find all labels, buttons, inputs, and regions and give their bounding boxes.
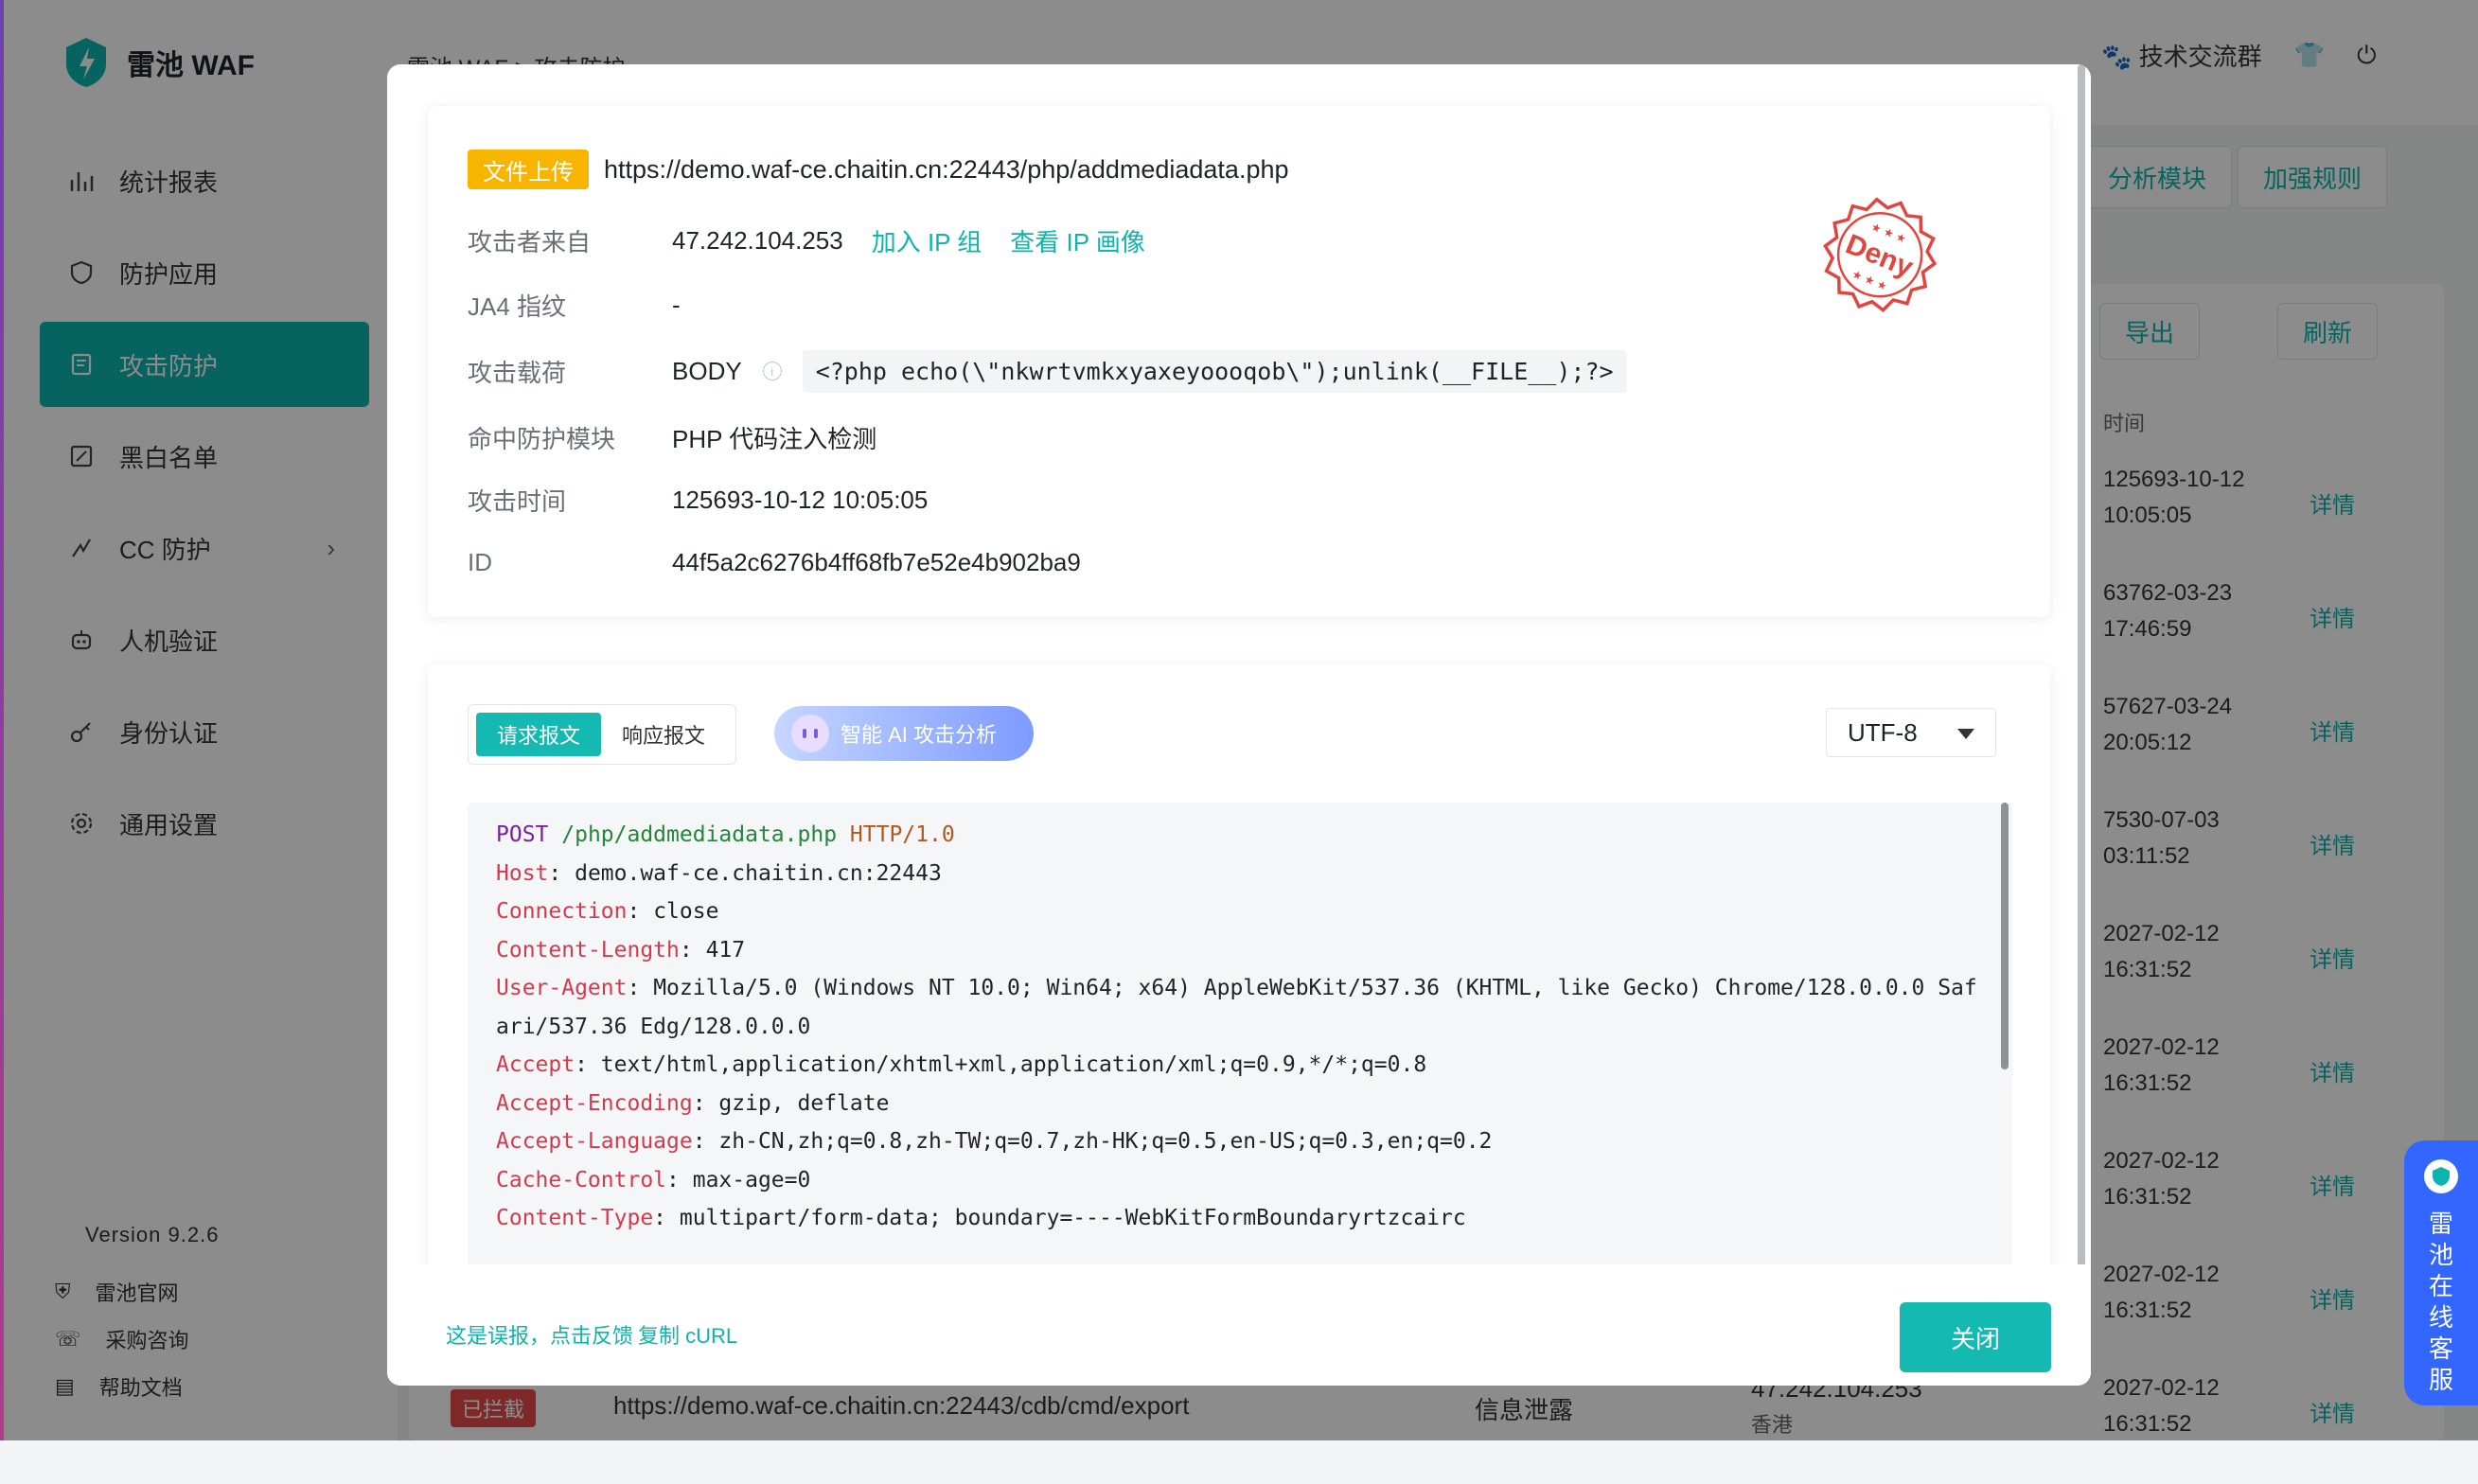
- header-name: Accept-Language: [496, 1129, 693, 1154]
- attack-type-tag: 文件上传: [468, 150, 589, 189]
- module-value: PHP 代码注入检测: [672, 424, 877, 453]
- header-line: Connection: close: [496, 899, 719, 924]
- attack-time-row: 攻击时间 125693-10-12 10:05:05: [468, 481, 928, 519]
- ja4-label: JA4 指纹: [468, 292, 567, 321]
- header-value: zh-CN,zh;q=0.8,zh-TW;q=0.7,zh-HK;q=0.5,e…: [718, 1129, 1493, 1154]
- ai-analysis-label: 智能 AI 攻击分析: [841, 723, 998, 747]
- header-value: close: [653, 899, 719, 924]
- header-line: Accept-Language: zh-CN,zh;q=0.8,zh-TW;q=…: [496, 1129, 1493, 1154]
- modal-body[interactable]: 文件上传 https://demo.waf-ce.chaitin.cn:2244…: [387, 64, 2091, 1264]
- attack-info-card: 文件上传 https://demo.waf-ce.chaitin.cn:2244…: [428, 106, 2050, 617]
- header-name: Content-Type: [496, 1206, 654, 1230]
- header-name: Accept: [496, 1052, 575, 1077]
- modal-scrollbar[interactable]: [2078, 64, 2085, 1264]
- message-tabs: 请求报文 响应报文: [468, 704, 736, 765]
- payload-location: BODY: [672, 356, 742, 385]
- id-value: 44f5a2c6276b4ff68fb7e52e4b902ba9: [672, 547, 1081, 576]
- payload-label: 攻击载荷: [468, 358, 567, 387]
- header-value: text/html,application/xhtml+xml,applicat…: [600, 1052, 1427, 1077]
- encoding-value: UTF-8: [1848, 717, 1918, 747]
- ja4-row: JA4 指纹 -: [468, 286, 681, 324]
- support-shield-icon: [2424, 1159, 2458, 1193]
- ja4-value: -: [672, 290, 681, 319]
- request-card: 请求报文 响应报文 智能 AI 攻击分析 UTF-8 POST /php/add…: [428, 664, 2050, 1264]
- header-value: max-age=0: [692, 1167, 811, 1192]
- modal-scrollbar-thumb[interactable]: [2078, 64, 2085, 1264]
- view-ip-profile-link[interactable]: 查看 IP 画像: [1010, 223, 1145, 258]
- module-row: 命中防护模块 PHP 代码注入检测: [468, 418, 876, 456]
- code-scrollbar-thumb[interactable]: [2001, 803, 2009, 1069]
- header-line: Content-Type: multipart/form-data; bound…: [496, 1206, 1466, 1230]
- modal-footer: 这是误报，点击反馈 复制 cURL 关闭: [387, 1264, 2091, 1386]
- ai-analysis-button[interactable]: 智能 AI 攻击分析: [774, 706, 1034, 761]
- request-raw[interactable]: POST /php/addmediadata.php HTTP/1.0 Host:…: [468, 803, 2012, 1264]
- header-line: Host: demo.waf-ce.chaitin.cn:22443: [496, 860, 942, 886]
- header-line: Cache-Control: max-age=0: [496, 1167, 811, 1192]
- add-ip-group-link[interactable]: 加入 IP 组: [872, 223, 982, 258]
- info-icon[interactable]: i: [762, 362, 782, 380]
- tab-response[interactable]: 响应报文: [601, 713, 726, 756]
- false-positive-feedback-link[interactable]: 这是误报，点击反馈: [446, 1319, 633, 1350]
- header-name: Cache-Control: [496, 1167, 667, 1192]
- attacker-row: 攻击者来自 47.242.104.253 加入 IP 组 查看 IP 画像: [468, 221, 1145, 259]
- id-label: ID: [468, 547, 492, 576]
- header-name: Accept-Encoding: [496, 1090, 693, 1116]
- online-support-widget[interactable]: 雷池在线客服: [2404, 1140, 2478, 1405]
- deny-stamp-icon: Deny ★ ★ ★ ★ ★ ★: [1823, 197, 1938, 313]
- close-button[interactable]: 关闭: [1900, 1302, 2051, 1372]
- header-name: User-Agent: [496, 976, 628, 1000]
- header-value: Mozilla/5.0 (Windows NT 10.0; Win64; x64…: [496, 976, 1977, 1039]
- attacker-label: 攻击者来自: [468, 227, 592, 256]
- payload-value: <?php echo(\"nkwrtvmkxyaxeyoooqob\");unl…: [802, 349, 1627, 393]
- header-line: Accept: text/html,application/xhtml+xml,…: [496, 1052, 1427, 1077]
- module-label: 命中防护模块: [468, 424, 616, 453]
- window-edge: [0, 0, 4, 1440]
- header-line: Accept-Encoding: gzip, deflate: [496, 1090, 890, 1116]
- header-line: User-Agent: Mozilla/5.0 (Windows NT 10.0…: [496, 976, 1977, 1039]
- attack-detail-modal: 文件上传 https://demo.waf-ce.chaitin.cn:2244…: [387, 64, 2091, 1386]
- header-value: multipart/form-data; boundary=----WebKit…: [679, 1206, 1466, 1230]
- attack-time-value: 125693-10-12 10:05:05: [672, 485, 929, 514]
- chevron-down-icon: [1957, 729, 1974, 739]
- id-row: ID 44f5a2c6276b4ff68fb7e52e4b902ba9: [468, 543, 1081, 581]
- attacker-ip: 47.242.104.253: [672, 225, 843, 255]
- tab-request[interactable]: 请求报文: [476, 713, 602, 756]
- request-headers: Host: demo.waf-ce.chaitin.cn:22443 Connec…: [496, 855, 1984, 1238]
- header-value: demo.waf-ce.chaitin.cn:22443: [575, 860, 942, 886]
- header-name: Content-Length: [496, 937, 680, 963]
- header-value: 417: [705, 937, 746, 963]
- copy-curl-link[interactable]: 复制 cURL: [638, 1319, 737, 1350]
- header-name: Host: [496, 860, 549, 886]
- header-name: Connection: [496, 899, 628, 924]
- request-line: POST /php/addmediadata.php HTTP/1.0: [496, 822, 955, 847]
- payload-row: 攻击载荷 BODY i <?php echo(\"nkwrtvmkxyaxeyo…: [468, 349, 1627, 393]
- header-value: gzip, deflate: [718, 1090, 890, 1116]
- header-line: Content-Length: 417: [496, 937, 746, 963]
- ai-robot-icon: [791, 715, 829, 752]
- support-text: 雷池在线客服: [2428, 1210, 2453, 1394]
- attack-time-label: 攻击时间: [468, 486, 567, 516]
- code-scrollbar[interactable]: [2001, 803, 2009, 1264]
- attack-url: https://demo.waf-ce.chaitin.cn:22443/php…: [604, 155, 1289, 184]
- encoding-select[interactable]: UTF-8: [1826, 708, 1996, 757]
